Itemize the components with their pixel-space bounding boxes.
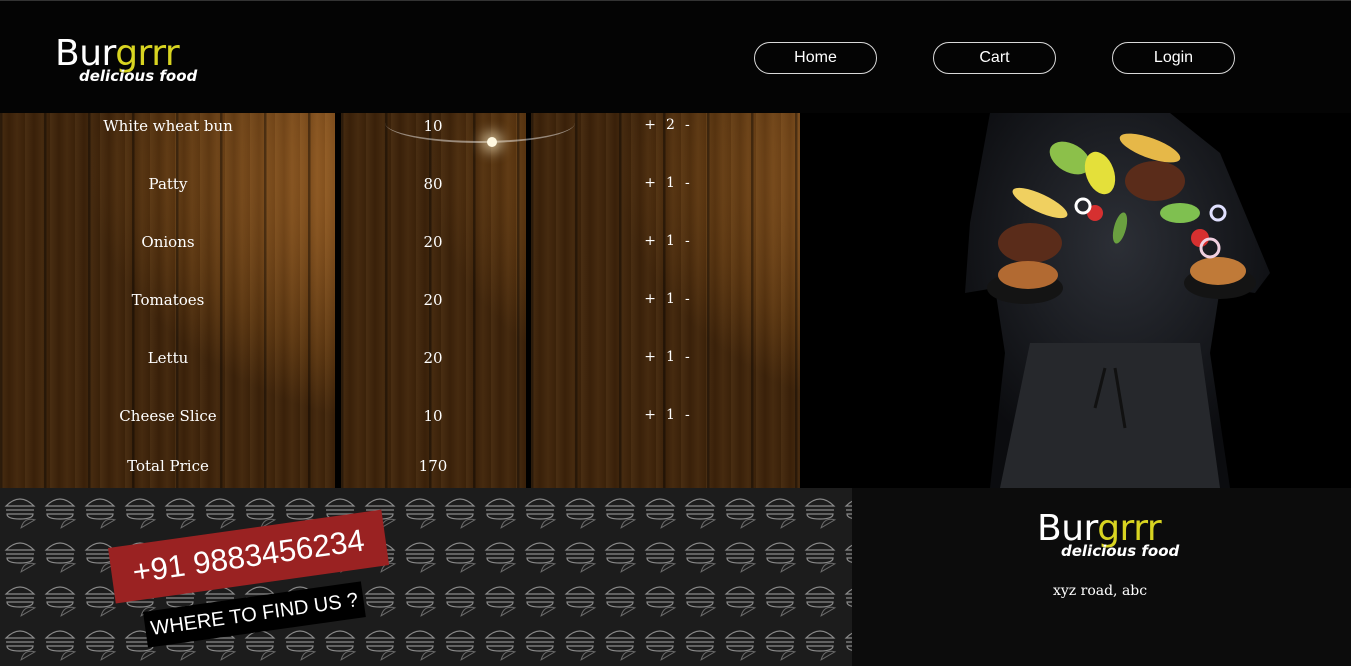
quantity-stepper: + 2 - — [644, 117, 689, 133]
nav-home-button[interactable]: Home — [754, 42, 877, 74]
item-price: 20 — [423, 233, 443, 251]
item-name: Patty — [148, 175, 188, 193]
increase-button[interactable]: + — [644, 117, 656, 133]
nav-cart-button[interactable]: Cart — [933, 42, 1056, 74]
footer-brand-tagline: delicious food — [1061, 542, 1180, 560]
item-name: Cheese Slice — [119, 407, 217, 425]
item-name: White wheat bun — [103, 117, 233, 135]
address-text: xyz road, abc — [1053, 583, 1148, 599]
quantity-value: 1 — [666, 233, 675, 249]
chef-illustration — [965, 113, 1270, 488]
increase-button[interactable]: + — [644, 407, 656, 423]
quantity-value: 1 — [666, 175, 675, 191]
item-price: 10 — [423, 407, 443, 425]
decrease-button[interactable]: - — [685, 407, 690, 423]
item-price: 80 — [423, 175, 443, 193]
nav-login-button[interactable]: Login — [1112, 42, 1235, 74]
brand-tagline: delicious food — [79, 67, 198, 85]
decrease-button[interactable]: - — [685, 117, 690, 133]
footer-brand-logo: Burgrrr delicious food — [1037, 510, 1207, 566]
item-name: Onions — [141, 233, 195, 251]
quantity-stepper: + 1 - — [644, 291, 689, 307]
total-label: Total Price — [127, 457, 209, 475]
increase-button[interactable]: + — [644, 175, 656, 191]
item-price: 20 — [423, 291, 443, 309]
decrease-button[interactable]: - — [685, 291, 690, 307]
item-price: 10 — [423, 117, 443, 135]
header: Burgrrr delicious food Home Cart Login — [0, 0, 1351, 113]
item-name: Lettu — [147, 349, 189, 367]
quantity-stepper: + 1 - — [644, 407, 689, 423]
brand-logo[interactable]: Burgrrr delicious food — [55, 35, 225, 91]
chef-burger-image — [800, 113, 1351, 488]
total-value: 170 — [418, 457, 448, 475]
decrease-button[interactable]: - — [685, 349, 690, 365]
increase-button[interactable]: + — [644, 349, 656, 365]
increase-button[interactable]: + — [644, 233, 656, 249]
increase-button[interactable]: + — [644, 291, 656, 307]
quantity-stepper: + 1 - — [644, 349, 689, 365]
quantity-stepper: + 1 - — [644, 175, 689, 191]
decrease-button[interactable]: - — [685, 233, 690, 249]
quantity-stepper: + 1 - — [644, 233, 689, 249]
item-name: Tomatoes — [131, 291, 205, 309]
quantity-value: 1 — [666, 407, 675, 423]
item-price: 20 — [423, 349, 443, 367]
light-bulb-decoration — [487, 137, 497, 147]
quantity-value: 1 — [666, 291, 675, 307]
decrease-button[interactable]: - — [685, 175, 690, 191]
quantity-value: 2 — [666, 117, 675, 133]
quantity-value: 1 — [666, 349, 675, 365]
